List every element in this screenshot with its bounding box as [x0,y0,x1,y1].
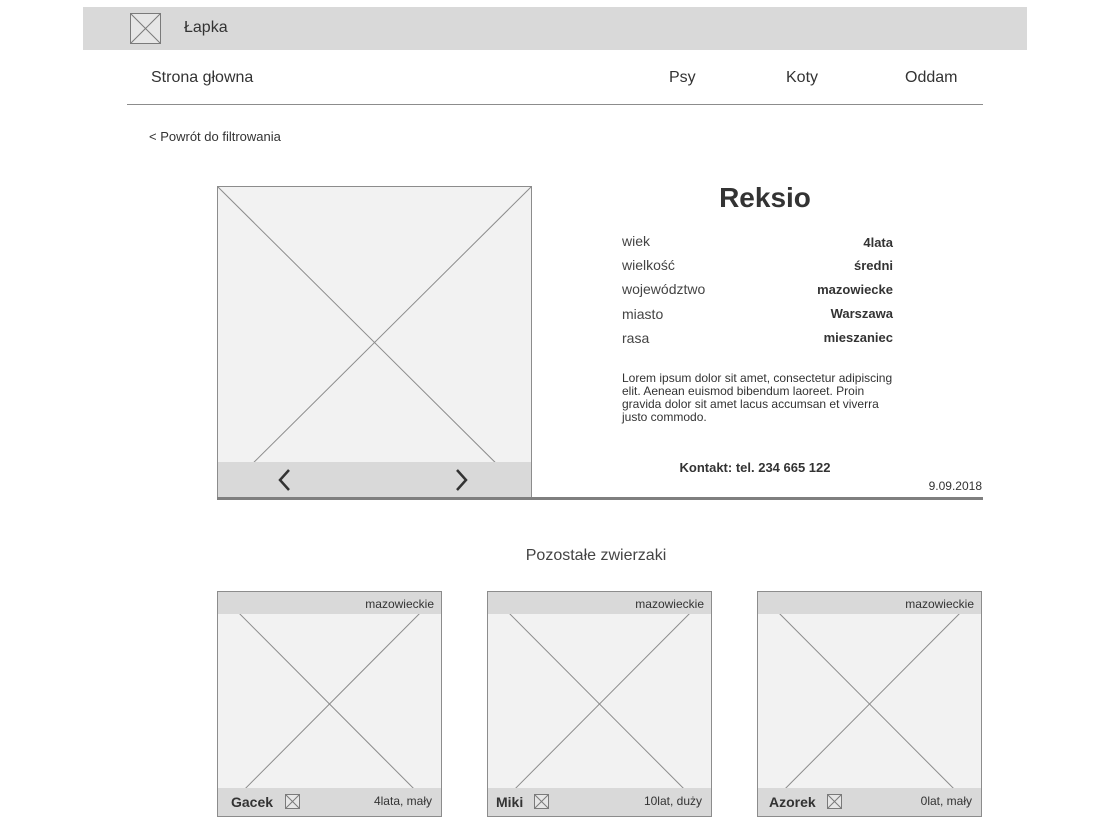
attr-value-size: średni [853,258,893,273]
chevron-right-icon [456,469,468,491]
image-placeholder-icon [758,592,981,816]
contact-phone: Kontakt: tel. 234 665 122 [679,460,831,475]
pet-card[interactable]: mazowieckie Azorek 0lat, mały [757,591,982,817]
card-pet-name: Azorek [769,794,816,810]
card-footer: Miki 10lat, duży [488,788,711,816]
attr-value-age: 4lata [863,235,893,250]
attr-label-voivodeship: województwo [622,281,706,297]
nav-home[interactable]: Strona głowna [151,69,253,87]
image-placeholder-icon [218,592,441,816]
card-pet-info: 0lat, mały [920,794,972,808]
card-region: mazowieckie [905,597,974,611]
nav-item-psy[interactable]: Psy [669,69,696,87]
attr-label-age: wiek [622,233,651,249]
attr-value-breed: mieszaniec [823,330,893,345]
image-placeholder-icon [130,13,161,44]
nav-divider [127,104,983,105]
card-region: mazowieckie [365,597,434,611]
pet-card[interactable]: mazowieckie Miki 10lat, duży [487,591,712,817]
card-footer: Azorek 0lat, mały [758,788,981,816]
card-pet-name: Gacek [231,794,274,810]
card-pet-info: 10lat, duży [643,794,702,808]
card-header: mazowieckie [758,592,981,614]
pet-card[interactable]: mazowieckie Gacek 4lata, mały [217,591,442,817]
next-photo-button[interactable] [451,466,471,494]
post-date: 9.09.2018 [928,479,982,493]
pet-name: Reksio [719,182,811,213]
card-header: mazowieckie [488,592,711,614]
brand-name[interactable]: Łapka [184,19,228,37]
card-region: mazowieckie [635,597,704,611]
pet-photo [217,186,532,499]
attr-value-city: Warszawa [830,306,893,321]
image-placeholder-icon [218,187,531,498]
image-placeholder-icon [285,794,300,809]
card-footer: Gacek 4lata, mały [218,788,441,816]
back-to-filter-link[interactable]: < Powrót do filtrowania [149,129,281,144]
attr-value-voivodeship: mazowiecke [817,282,893,297]
other-pets-heading: Pozostałe zwierzaki [525,547,667,564]
card-pet-name: Miki [496,794,524,810]
card-pet-info: 4lata, mały [373,794,432,808]
image-placeholder-icon [488,592,711,816]
logo-image-placeholder-icon[interactable] [130,13,161,44]
image-placeholder-icon [534,794,549,809]
photo-carousel-controls [218,462,531,498]
attr-label-size: wielkość [622,257,675,273]
nav-item-oddam[interactable]: Oddam [905,69,957,87]
attr-label-breed: rasa [622,330,650,346]
pet-description: Lorem ipsum dolor sit amet, consectetur … [622,371,893,424]
chevron-left-icon [278,469,290,491]
prev-photo-button[interactable] [275,466,295,494]
attr-label-city: miasto [622,306,664,322]
card-header: mazowieckie [218,592,441,614]
detail-divider [217,497,983,500]
nav-item-koty[interactable]: Koty [786,69,818,87]
image-placeholder-icon [827,794,842,809]
